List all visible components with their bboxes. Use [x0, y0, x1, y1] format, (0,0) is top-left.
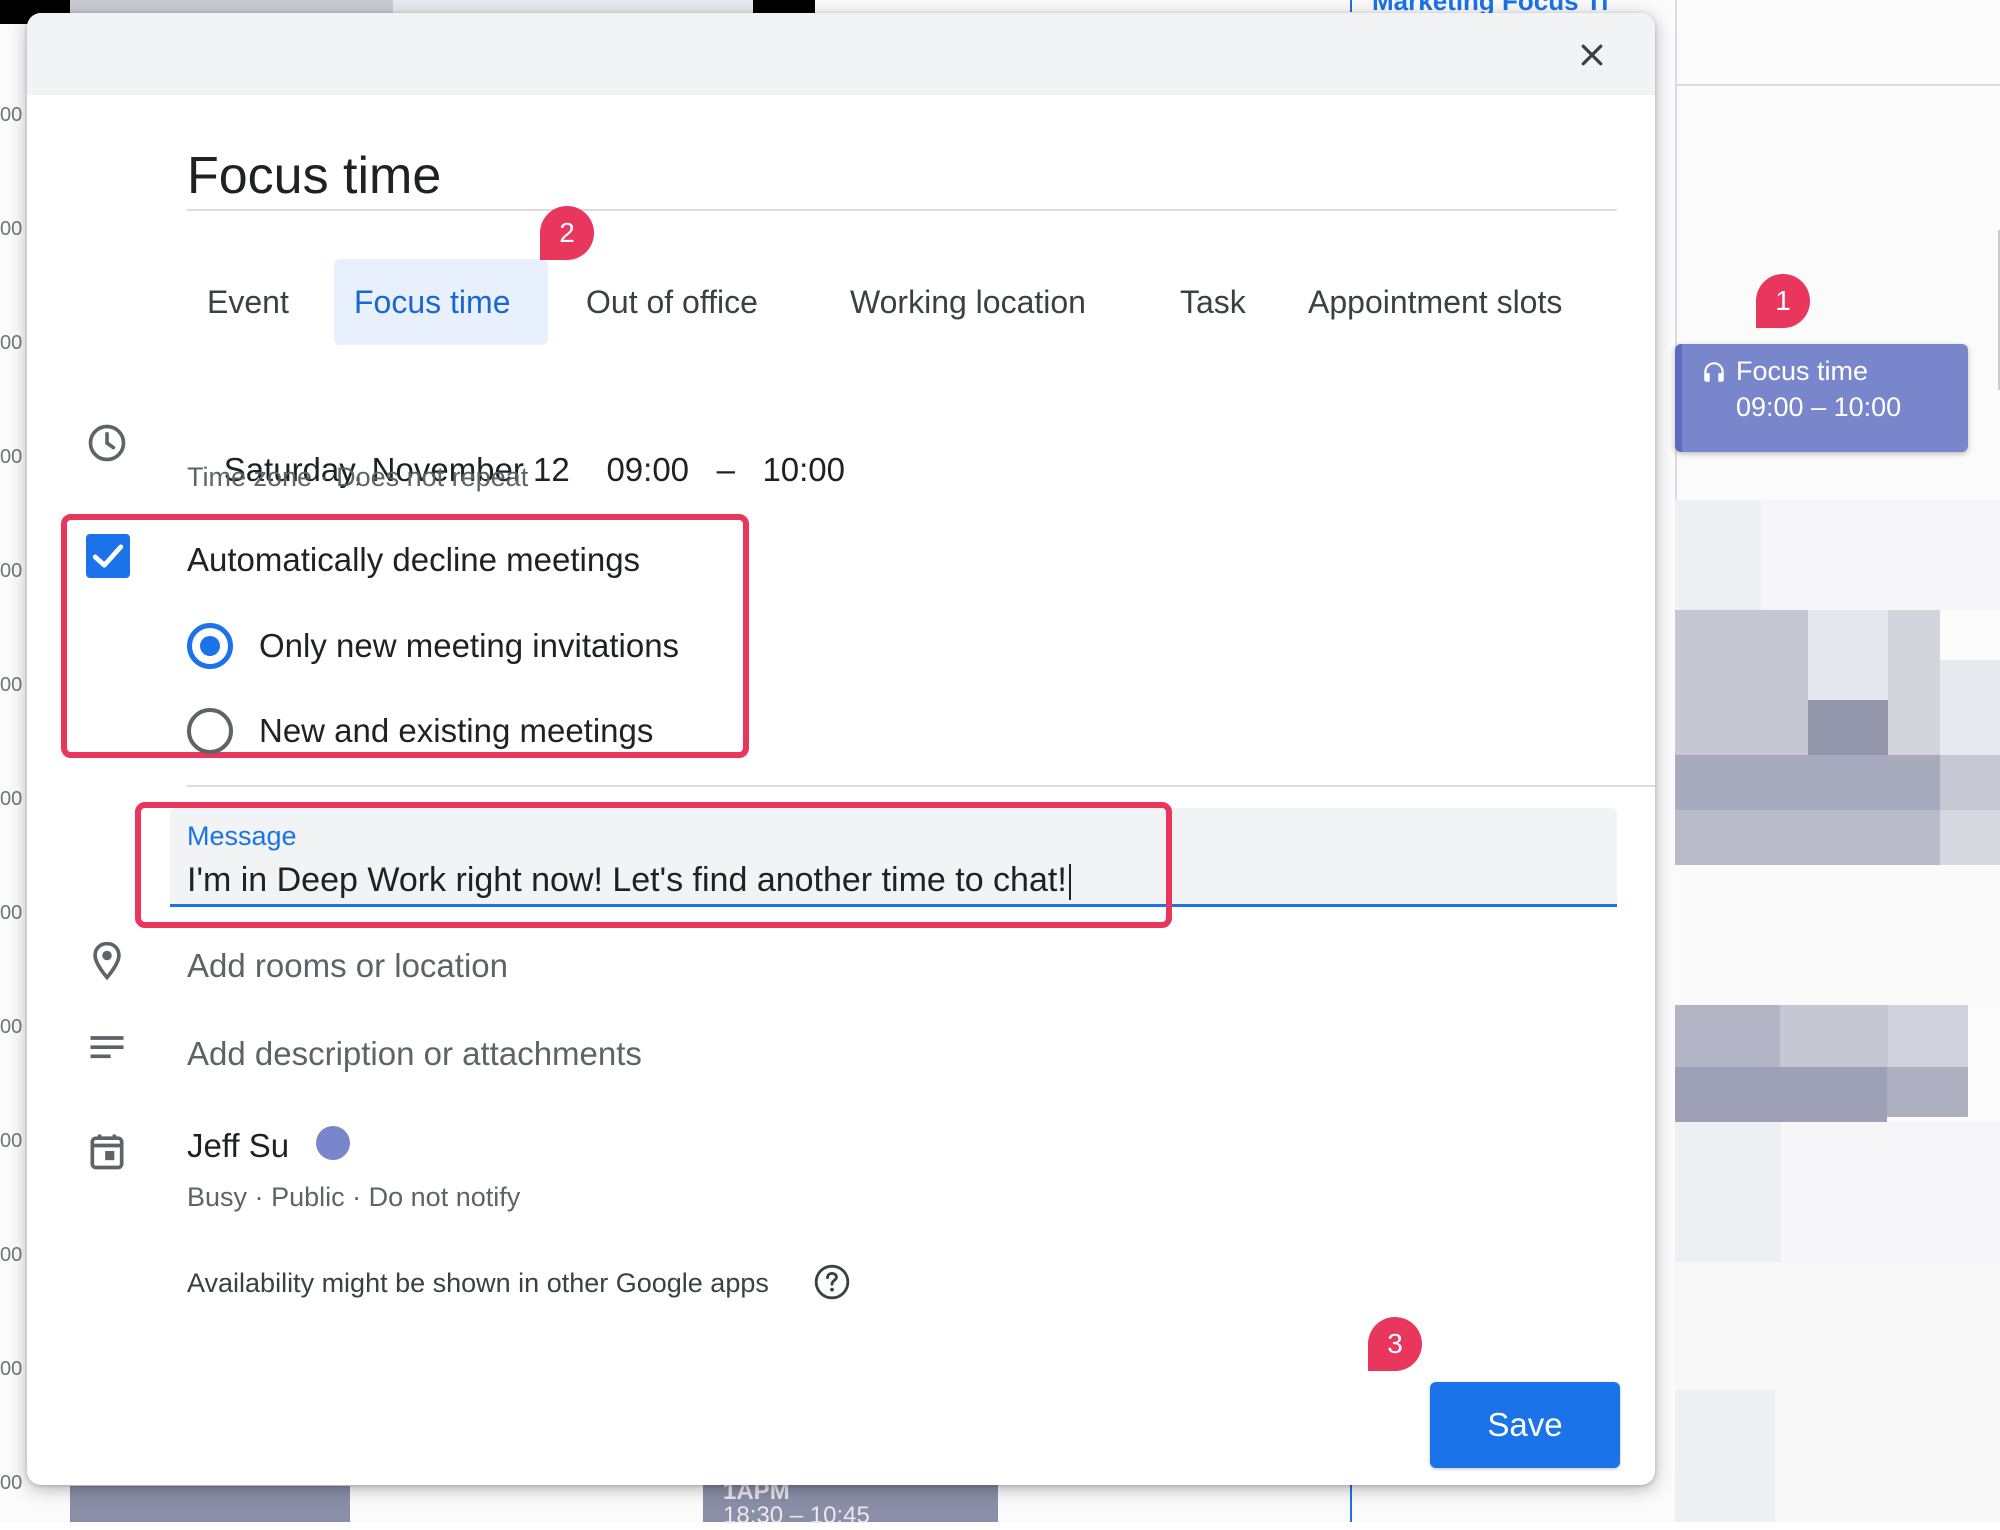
blurred-region [1675, 610, 1808, 755]
save-button[interactable]: Save [1430, 1382, 1620, 1468]
section-divider [187, 785, 1655, 787]
checkmark-icon [92, 544, 124, 568]
event-title-input[interactable] [187, 143, 1617, 211]
blurred-region [1940, 755, 2000, 810]
background-bottom-block [70, 1486, 350, 1522]
radio-only-new-label: Only new meeting invitations [259, 627, 680, 664]
blurred-region [1761, 500, 2000, 610]
hour-label: 00 [0, 1130, 23, 1152]
step-badge-2: 2 [540, 206, 594, 260]
blurred-region [1675, 1390, 1775, 1522]
close-icon [1581, 44, 1603, 66]
event-datetime-options: Time zone · Does not repeat [187, 462, 528, 493]
tab-focus-time[interactable]: Focus time [334, 259, 548, 345]
blurred-region [1675, 1005, 1780, 1067]
blurred-region [1887, 1067, 1968, 1117]
dot-separator: · [352, 1182, 362, 1212]
blurred-region [1781, 1122, 2000, 1262]
add-description-field[interactable]: Add description or attachments [187, 1035, 642, 1073]
blurred-region [1780, 1005, 1888, 1067]
blurred-region [1675, 1122, 1781, 1262]
calendar-options: Busy · Public · Do not notify [187, 1182, 520, 1213]
blurred-region [1808, 700, 1888, 755]
add-location-field[interactable]: Add rooms or location [187, 947, 508, 985]
tab-event[interactable]: Event [187, 259, 309, 345]
time-separator: – [716, 451, 735, 488]
event-chip-time: 09:00 – 10:00 [1736, 392, 1902, 422]
radio-new-and-existing-label: New and existing meetings [259, 712, 654, 749]
dot-separator: · [254, 1182, 264, 1212]
blurred-region [1888, 1005, 1968, 1067]
busy-status[interactable]: Busy [187, 1182, 247, 1212]
background-bottom-event: 1APM 18:30 – 10:45 [703, 1478, 998, 1529]
hour-label: 00 [0, 674, 23, 696]
hour-label: 00 [0, 1358, 23, 1380]
event-end-time[interactable]: 10:00 [762, 451, 845, 488]
calendar-owner-name[interactable]: Jeff Su [187, 1127, 289, 1165]
tab-appointment-slots[interactable]: Appointment slots [1288, 259, 1582, 345]
tab-out-of-office[interactable]: Out of office [566, 259, 778, 345]
event-type-tabs: Event Focus time Out of office Working l… [27, 259, 1655, 345]
hour-label: 00 [0, 446, 23, 468]
calendar-icon [90, 1134, 124, 1170]
bottom-event-fragment-2: 18:30 – 10:45 [723, 1502, 870, 1529]
time-zone-link[interactable]: Time zone [187, 462, 312, 492]
close-button[interactable] [1570, 33, 1614, 77]
blurred-region [1888, 610, 1940, 755]
dialog-header [27, 13, 1655, 95]
dot-separator: · [319, 462, 329, 492]
blurred-region [1808, 610, 1888, 700]
grid-line [1675, 84, 2000, 86]
headphones-icon [1704, 362, 1724, 382]
blurred-region [1675, 1067, 1887, 1122]
event-start-time[interactable]: 09:00 [606, 451, 689, 488]
calendar-color-dot[interactable] [316, 1126, 350, 1160]
auto-decline-label: Automatically decline meetings [187, 541, 641, 578]
highlight-box-message [135, 802, 1172, 928]
hour-label: 00 [0, 788, 23, 810]
radio-only-new-invitations[interactable] [187, 623, 233, 669]
hour-label: 00 [0, 1016, 23, 1038]
blurred-region [1940, 660, 2000, 755]
hour-label: 00 [0, 1472, 23, 1494]
step-badge-1: 1 [1756, 274, 1810, 328]
clock-icon [88, 424, 126, 462]
notes-icon [90, 1036, 124, 1059]
visibility-setting[interactable]: Public [271, 1182, 345, 1212]
notify-setting[interactable]: Do not notify [369, 1182, 521, 1212]
location-pin-icon [93, 941, 121, 981]
availability-note: Availability might be shown in other Goo… [187, 1268, 769, 1298]
grid-line [1350, 1485, 1352, 1522]
blurred-region [1675, 865, 2000, 1005]
repeat-option[interactable]: Does not repeat [336, 462, 528, 492]
grid-line [1350, 0, 1352, 12]
blurred-region [1675, 500, 1761, 610]
hour-label: 00 [0, 1244, 23, 1266]
tab-working-location[interactable]: Working location [830, 259, 1106, 345]
hour-label: 00 [0, 560, 23, 582]
event-chip-title: Focus time [1736, 356, 1869, 386]
hour-label: 00 [0, 218, 23, 240]
focus-time-dialog: Event Focus time Out of office Working l… [27, 13, 1655, 1485]
hour-label: 00 [0, 902, 23, 924]
tab-task[interactable]: Task [1160, 259, 1266, 345]
hour-label: 00 [0, 332, 23, 354]
help-circle-icon[interactable] [813, 1263, 851, 1301]
radio-new-and-existing[interactable] [187, 708, 233, 754]
hour-label: 00 [0, 104, 23, 126]
step-badge-3: 3 [1368, 1317, 1422, 1371]
blurred-region [1940, 810, 2000, 865]
focus-time-event-chip[interactable]: Focus time 09:00 – 10:00 [1675, 344, 1968, 452]
auto-decline-checkbox[interactable] [86, 534, 130, 578]
